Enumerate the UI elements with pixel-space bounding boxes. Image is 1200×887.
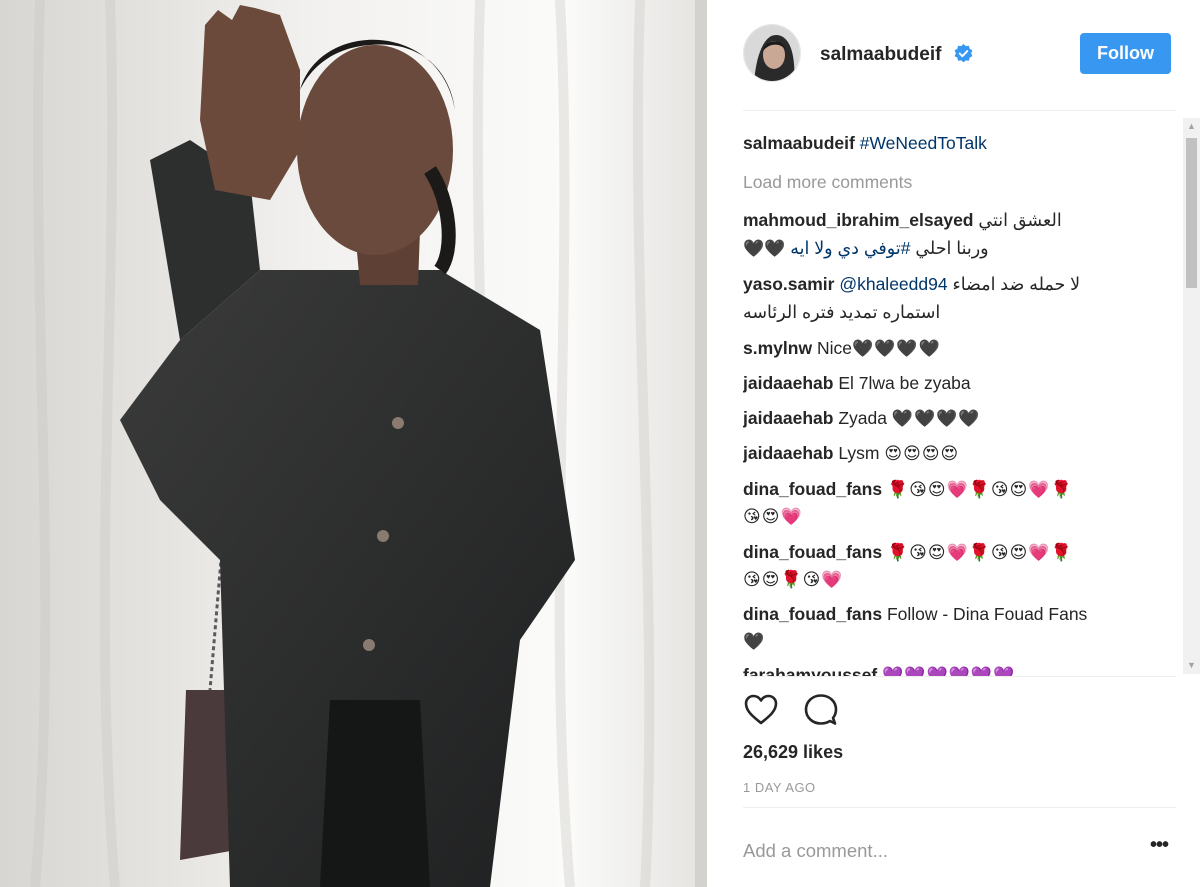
comment-item: dina_fouad_fans 🌹😘😍💗🌹😘😍💗🌹 [743,476,1073,503]
comment-item: jaidaaehab Zyada 🖤🖤🖤🖤 [743,405,981,432]
comment-username[interactable]: yaso.samir [743,274,834,294]
comment-text: Nice [816,338,852,358]
caption-username[interactable]: salmaabudeif [743,133,855,153]
comment-item: dina_fouad_fans 🌹😘😍💗🌹😘😍💗🌹 [743,539,1073,566]
comment-text: El 7lwa be zyaba [838,373,971,393]
comment-text: Lysm [838,443,880,463]
comment-username[interactable]: jaidaaehab [743,408,833,428]
comment-emoji: 🖤 [743,632,766,652]
comment-emoji: 🌹😘😍💗🌹😘😍💗🌹 [886,543,1073,563]
footer-divider [743,807,1176,808]
comment-item-continued: 🖤 [743,628,765,655]
comment-username[interactable]: dina_fouad_fans [743,604,882,624]
comment-item: jaidaaehab El 7lwa be zyaba [743,370,971,396]
avatar-image [744,25,800,81]
comment-bubble-icon[interactable] [803,692,839,728]
load-more-comments-link[interactable]: Load more comments [743,169,912,195]
comment-item: jaidaaehab Lysm 😍😍😍😍 [743,440,959,467]
comment-mention[interactable]: @khaleedd94 [839,274,947,294]
comment-username[interactable]: s.mylnw [743,338,812,358]
comment-item-continued: 🖤🖤 وربنا احلي #توفي دي ولا ايه [743,235,989,262]
scrollbar-thumb[interactable] [1186,138,1197,288]
post-sidebar: salmaabudeif Follow salmaabudeif #WeNeed… [707,0,1200,887]
comments-divider [743,676,1176,677]
comment-emoji: 😘😍🌹😘💗 [743,570,844,590]
comment-emoji: 🖤🖤 [743,239,786,259]
comment-text: استماره تمديد فتره الرئاسه [743,302,941,322]
add-comment-input[interactable] [743,838,1123,864]
caption: salmaabudeif #WeNeedToTalk [743,130,987,156]
likes-count[interactable]: 26,629 likes [743,742,843,763]
more-options-icon[interactable]: ••• [1147,835,1171,862]
comment-emoji: 😍😍😍😍 [884,444,960,464]
post-photo [0,0,707,887]
scroll-down-arrow-icon[interactable]: ▼ [1183,657,1200,674]
comment-emoji: 🌹😘😍💗🌹😘😍💗🌹 [886,480,1073,500]
comment-text: وربنا احلي [915,238,989,258]
follow-button[interactable]: Follow [1080,33,1171,74]
post-header: salmaabudeif Follow [707,0,1200,110]
comment-text: Follow - Dina Fouad Fans [886,604,1088,624]
comment-item: s.mylnw Nice🖤🖤🖤🖤 [743,335,941,362]
comment-username[interactable]: mahmoud_ibrahim_elsayed [743,210,974,230]
comment-emoji: 😘😍💗 [743,507,803,527]
header-divider [743,110,1176,111]
comment-item-continued: استماره تمديد فتره الرئاسه [743,299,940,325]
comment-username[interactable]: dina_fouad_fans [743,542,882,562]
comment-username[interactable]: farahamyoussef [743,665,877,676]
comment-username[interactable]: dina_fouad_fans [743,479,882,499]
avatar[interactable] [743,24,801,82]
comment-text: Zyada [838,408,887,428]
scroll-up-arrow-icon[interactable]: ▲ [1183,118,1200,135]
comment-item: farahamyoussef 💜💜💜💜💜💜 [743,662,1015,676]
comment-username[interactable]: jaidaaehab [743,373,833,393]
caption-hashtag[interactable]: #WeNeedToTalk [860,133,987,153]
comment-username[interactable]: jaidaaehab [743,443,833,463]
comment-text: لا حمله ضد امضاء [952,274,1081,294]
comment-emoji: 💜💜💜💜💜💜 [882,666,1016,676]
comment-emoji: 🖤🖤🖤🖤 [851,339,941,359]
comment-item-continued: 😘😍💗 [743,503,803,530]
heart-icon[interactable] [743,692,779,728]
post-photo-illustration [0,0,707,887]
comment-item: yaso.samir @khaleedd94 لا حمله ضد امضاء [743,271,1080,297]
comment-item: mahmoud_ibrahim_elsayed العشق انتي [743,207,1062,233]
comment-hashtag[interactable]: #توفي دي ولا ايه [790,238,910,258]
verified-badge-icon [954,44,973,63]
comment-text: العشق انتي [978,210,1062,230]
comment-emoji: 🖤🖤🖤🖤 [891,409,981,429]
post-username[interactable]: salmaabudeif [820,44,941,66]
comments-scrollbar[interactable]: ▲ ▼ [1183,118,1200,674]
comments-list[interactable]: salmaabudeif #WeNeedToTalk Load more com… [743,120,1183,676]
post-timestamp: 1 DAY AGO [743,780,816,795]
comment-item-continued: 😘😍🌹😘💗 [743,566,844,593]
comment-item: dina_fouad_fans Follow - Dina Fouad Fans [743,601,1087,627]
